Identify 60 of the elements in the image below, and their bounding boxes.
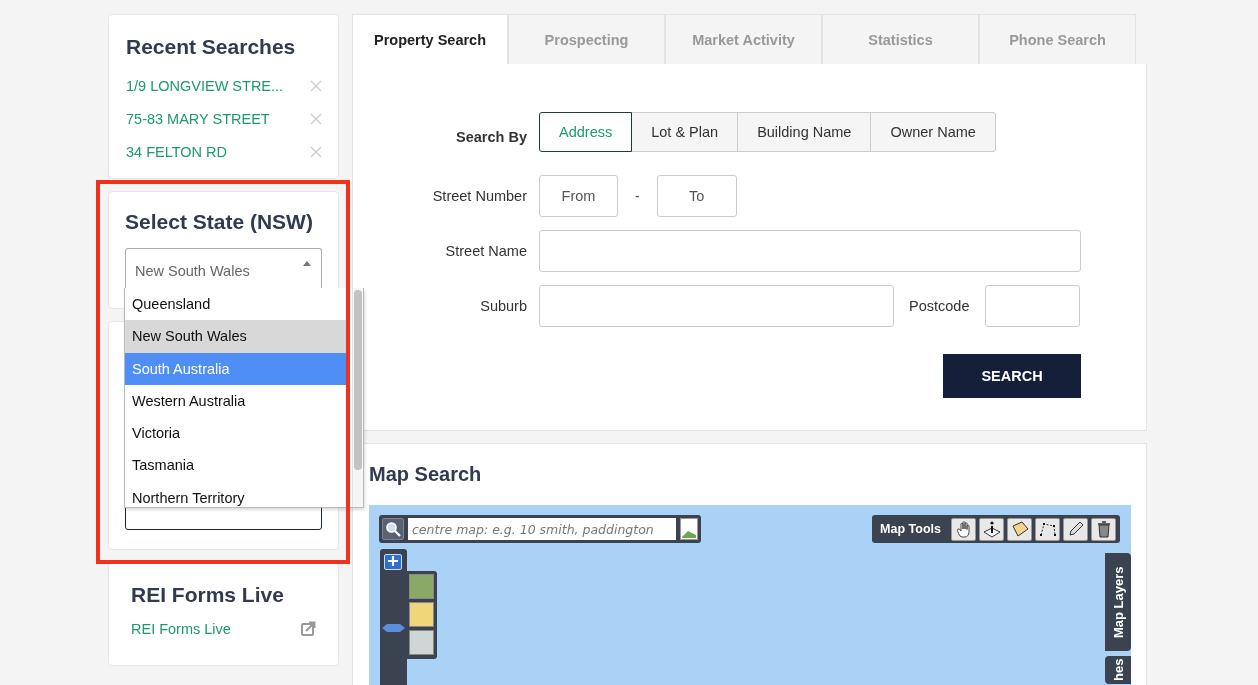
recent-search-link[interactable]: 1/9 LONGVIEW STRE... [126, 77, 284, 94]
street-name-field[interactable] [539, 230, 1081, 272]
zoom-handle-icon[interactable] [382, 623, 405, 633]
hand-tool-button[interactable] [951, 517, 976, 541]
zoom-slider[interactable] [380, 549, 407, 685]
field-label: Search By [455, 129, 527, 145]
map-search-field[interactable]: centre map: e.g. 10 smith, paddington [408, 518, 676, 540]
recent-search-link[interactable]: 75-83 MARY STREET [126, 110, 270, 127]
toolbar-label: Map Tools [880, 522, 941, 536]
section-title: Select State (NSW) [125, 210, 314, 234]
polyline-icon [1038, 520, 1057, 538]
field-label: Street Number [431, 188, 527, 204]
section-title: Recent Searches [126, 35, 297, 59]
state-dropdown[interactable]: New South Wales [125, 248, 322, 288]
search-by-option[interactable]: Building Name [737, 112, 872, 152]
polygon-icon [1010, 520, 1029, 538]
caret-icon [303, 261, 311, 266]
field-label: Suburb [479, 298, 527, 314]
pencil-tool-button[interactable] [1063, 517, 1088, 541]
tab[interactable]: Property Search [352, 14, 508, 64]
search-icon [385, 521, 401, 537]
suburb-field[interactable] [539, 285, 894, 327]
plus-icon [387, 555, 399, 567]
to-field[interactable]: To [656, 175, 737, 217]
info-icon [982, 520, 1001, 538]
polyline-tool-button[interactable] [1035, 517, 1060, 541]
close-icon[interactable] [310, 79, 322, 92]
external-link-icon[interactable] [300, 621, 316, 637]
search-by-option[interactable]: Owner Name [870, 112, 996, 152]
street-layer-button[interactable] [409, 630, 434, 655]
image-icon [680, 518, 698, 540]
section-title: Map Search [369, 463, 483, 486]
polygon-tool-button[interactable] [1007, 517, 1032, 541]
dropdown-option[interactable]: Northern Territory [125, 481, 346, 507]
trash-tool-button[interactable] [1091, 517, 1116, 541]
search-by-option[interactable]: Lot & Plan [631, 112, 739, 152]
zoom-in-button[interactable] [384, 554, 402, 570]
close-icon[interactable] [310, 112, 322, 125]
side-tab[interactable]: Map Layers [1105, 553, 1131, 651]
search-button[interactable] [382, 518, 404, 540]
roads-layer-button[interactable] [409, 602, 434, 627]
search-button[interactable]: SEARCH [943, 354, 1081, 398]
section-title: REI Forms Live [131, 583, 285, 607]
hand-icon [954, 520, 973, 538]
recent-search-link[interactable]: 34 FELTON RD [126, 143, 227, 160]
dropdown-option[interactable]: New South Wales [125, 320, 346, 353]
from-field[interactable]: From [539, 175, 618, 217]
postcode-field[interactable] [985, 285, 1081, 327]
info-tool-button[interactable] [979, 517, 1004, 541]
scrollbar-thumb[interactable] [354, 290, 362, 470]
scrollbar[interactable] [352, 288, 363, 507]
search-by-option[interactable]: Address [539, 112, 633, 152]
dropdown-option[interactable]: Queensland [125, 288, 346, 321]
separator-text: - [635, 188, 640, 204]
pencil-icon [1066, 520, 1085, 538]
close-icon[interactable] [310, 145, 322, 158]
field-label: Postcode [909, 298, 970, 314]
rei-forms-link[interactable]: REI Forms Live [131, 621, 231, 637]
field-label: Street Name [444, 243, 527, 259]
side-tab[interactable]: hes [1105, 656, 1131, 684]
